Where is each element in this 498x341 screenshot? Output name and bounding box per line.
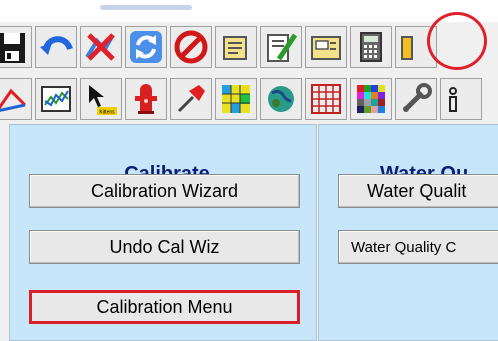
grid-button[interactable] [305,78,347,120]
delete-button[interactable] [80,26,122,68]
application-window: Kittens Calibration Wizard Undo Cal Wiz … [0,0,498,341]
junction-icon: Kittens [89,85,117,116]
calibration-menu-button[interactable]: Calibration Menu [29,290,300,324]
color-palette-button[interactable] [350,78,392,120]
wrench-icon [403,83,432,112]
view-report-button[interactable] [305,26,347,68]
delete-icon [85,33,115,61]
stop-icon [174,30,208,64]
wrench-button[interactable] [395,78,437,120]
undo-cal-wiz-button[interactable]: Undo Cal Wiz [29,230,300,264]
stop-button[interactable] [170,26,212,68]
water-quality-button[interactable]: Water Qualit [338,174,498,208]
refresh-icon [130,31,162,63]
hydrant-button[interactable] [125,78,167,120]
refresh-button[interactable] [125,26,167,68]
edit-notes-button[interactable] [260,26,302,68]
pin-icon [177,85,205,113]
graph-icon [41,86,71,112]
junction-button[interactable]: Kittens [80,78,122,120]
toolbar-row-2: Kittens [0,78,485,120]
network-button[interactable] [260,78,302,120]
undo-button[interactable] [35,26,77,68]
open-file-icon [223,36,247,60]
map-grid-button[interactable] [215,78,257,120]
more-icon [401,36,413,60]
junction-label: Kittens [99,110,115,116]
draw-pipe-button[interactable] [0,78,32,120]
toolbar-row-1 [0,26,440,68]
view-report-icon [311,36,341,60]
draw-pipe-icon [0,88,27,112]
options-icon [449,87,457,112]
open-file-button[interactable] [215,26,257,68]
save-button[interactable] [0,26,32,68]
map-grid-icon [222,85,250,113]
edit-notes-icon [267,33,298,62]
calibration-wizard-button[interactable]: Calibration Wizard [29,174,300,208]
color-palette-icon [357,85,385,113]
title-bar [0,0,498,22]
hydrant-icon [135,84,157,114]
undo-icon [40,36,73,55]
graph-button[interactable] [35,78,77,120]
options-button[interactable] [440,78,482,120]
grid-icon [311,84,341,114]
more-button[interactable] [395,26,437,68]
calculator-button[interactable] [350,26,392,68]
save-icon [0,33,25,63]
title-text [100,5,192,10]
pin-button[interactable] [170,78,212,120]
calculator-icon [360,32,382,62]
network-icon [268,86,294,112]
water-quality-c-button[interactable]: Water Quality C [338,230,498,264]
